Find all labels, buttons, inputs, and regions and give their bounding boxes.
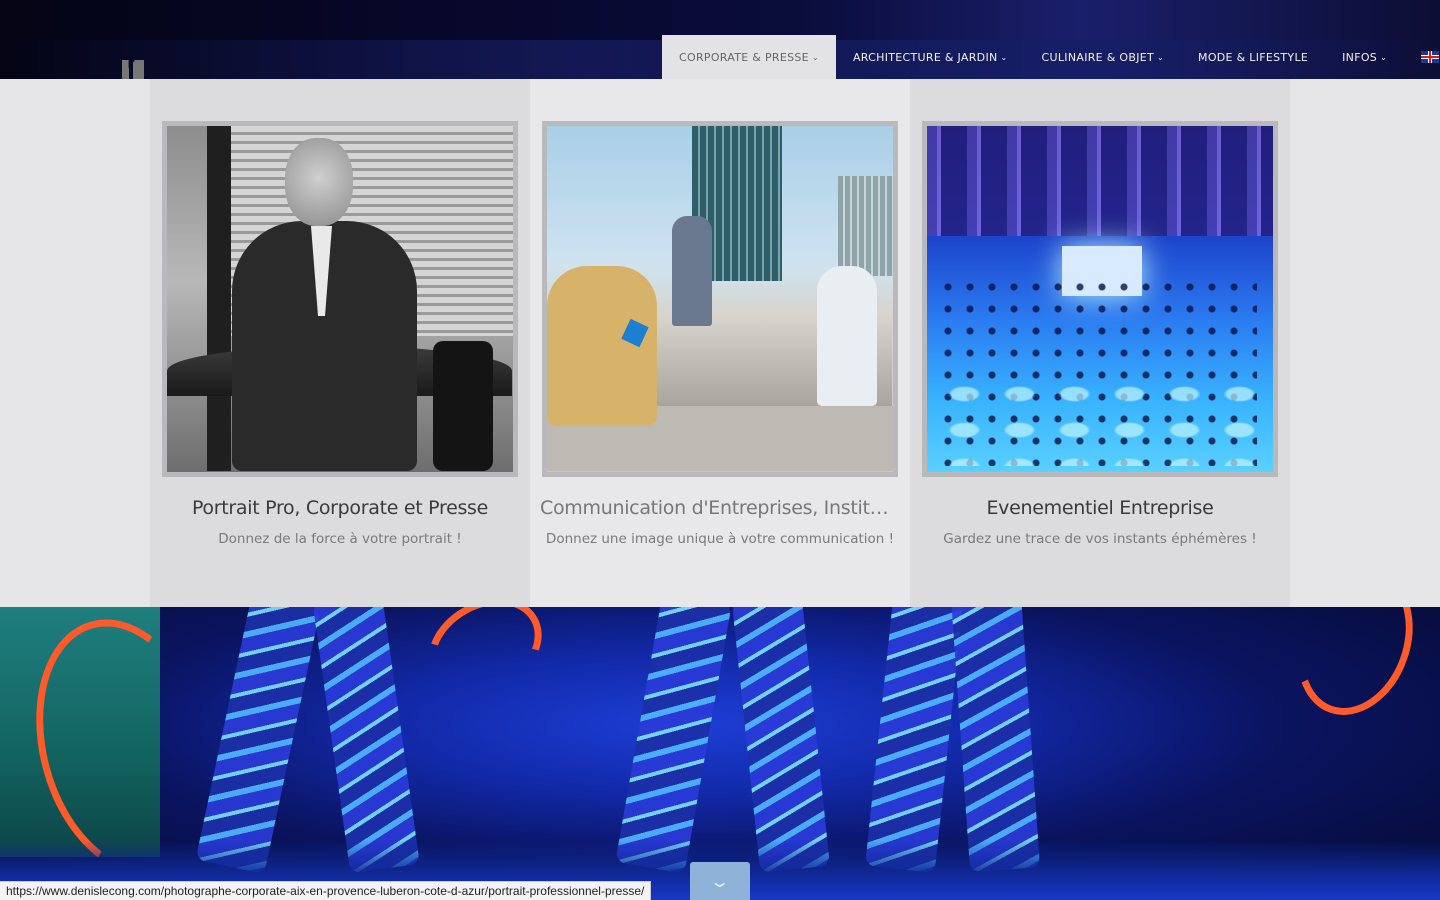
chevron-down-icon: ⌄ xyxy=(1380,52,1388,62)
event-photo[interactable] xyxy=(927,126,1273,472)
card-image-frame[interactable] xyxy=(922,121,1278,477)
menu-card-communication[interactable]: Communication d'Entreprises, Institution… xyxy=(530,79,910,607)
site-logo[interactable] xyxy=(122,60,144,80)
scroll-down-button[interactable]: ⌄ xyxy=(690,862,750,900)
card-subtitle: Donnez de la force à votre portrait ! xyxy=(218,531,462,547)
menu-card-evenementiel[interactable]: Evenementiel Entreprise Gardez une trace… xyxy=(910,79,1290,607)
browser-status-url: https://www.denislecong.com/photographe-… xyxy=(0,881,652,900)
nav-label: MODE & LIFESTYLE xyxy=(1198,50,1309,64)
uk-flag-icon[interactable] xyxy=(1421,51,1440,63)
nav-infos[interactable]: INFOS ⌄ xyxy=(1325,35,1404,79)
card-image-frame[interactable] xyxy=(542,121,898,477)
mega-menu-panel: Portrait Pro, Corporate et Presse Donnez… xyxy=(0,79,1440,607)
dancer-leg xyxy=(310,607,420,874)
chevron-down-icon: ⌄ xyxy=(1000,52,1008,62)
dancer-leg xyxy=(730,607,830,873)
hero-background-image xyxy=(0,607,1440,900)
card-title[interactable]: Portrait Pro, Corporate et Presse xyxy=(160,497,520,519)
communication-photo[interactable] xyxy=(547,126,893,472)
chevron-down-icon: ⌄ xyxy=(811,52,819,62)
card-subtitle: Gardez une trace de vos instants éphémèr… xyxy=(943,531,1257,547)
dancer-leg xyxy=(615,607,735,874)
ribbon xyxy=(1277,607,1433,732)
chevron-down-icon: ⌄ xyxy=(1157,52,1165,62)
card-title[interactable]: Communication d'Entreprises, Institution… xyxy=(540,497,900,519)
dancer-leg xyxy=(195,607,325,875)
nav-label: INFOS xyxy=(1342,50,1378,64)
portrait-photo[interactable] xyxy=(167,126,513,472)
chevron-down-icon: ⌄ xyxy=(709,871,731,891)
card-image-frame[interactable] xyxy=(162,121,518,477)
nav-mode-lifestyle[interactable]: MODE & LIFESTYLE xyxy=(1181,35,1325,79)
nav-architecture-jardin[interactable]: ARCHITECTURE & JARDIN ⌄ xyxy=(836,35,1025,79)
ribbon xyxy=(410,607,560,716)
nav-culinaire-objet[interactable]: CULINAIRE & OBJET ⌄ xyxy=(1025,35,1182,79)
menu-card-portrait[interactable]: Portrait Pro, Corporate et Presse Donnez… xyxy=(150,79,530,607)
card-subtitle: Donnez une image unique à votre communic… xyxy=(545,531,895,547)
card-title[interactable]: Evenementiel Entreprise xyxy=(920,497,1280,519)
main-nav: CORPORATE & PRESSE ⌄ ARCHITECTURE & JARD… xyxy=(662,35,1440,79)
dancer-leg xyxy=(949,607,1041,873)
nav-label: ARCHITECTURE & JARDIN xyxy=(852,50,998,64)
dancer-leg xyxy=(865,607,965,873)
nav-label: CULINAIRE & OBJET xyxy=(1041,50,1155,64)
nav-label: CORPORATE & PRESSE xyxy=(679,50,809,64)
nav-corporate-presse[interactable]: CORPORATE & PRESSE ⌄ xyxy=(662,35,836,79)
